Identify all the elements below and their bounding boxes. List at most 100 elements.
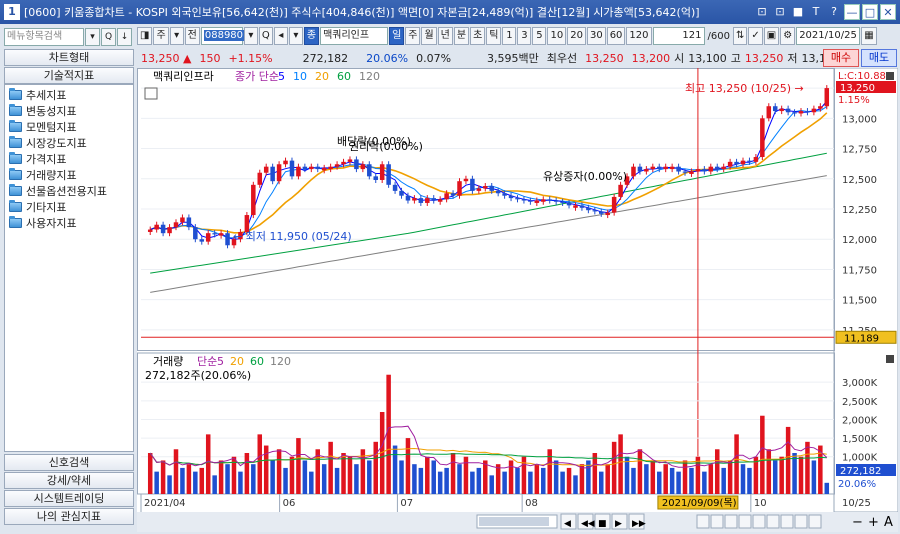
menu-search-input[interactable]: 메뉴항목검색 bbox=[4, 28, 84, 46]
nav-icon: ■ bbox=[598, 519, 607, 529]
zoom-button[interactable]: + bbox=[868, 515, 879, 530]
candle bbox=[515, 198, 520, 200]
tab-my-indicators[interactable]: 나의 관심지표 bbox=[4, 508, 134, 525]
tool-button[interactable] bbox=[738, 514, 752, 529]
tool-button[interactable] bbox=[752, 514, 766, 529]
sell-button[interactable]: 매도 bbox=[861, 49, 897, 67]
tree-item[interactable]: 거래량지표 bbox=[5, 167, 133, 183]
tool-button[interactable] bbox=[766, 514, 780, 529]
chart-area[interactable]: 11,25011,50011,75012,00012,25012,50012,7… bbox=[137, 68, 898, 512]
interval-1[interactable]: 1 bbox=[502, 27, 517, 45]
tab-system-trading[interactable]: 시스템트레이딩 bbox=[4, 490, 134, 507]
volume-bar bbox=[154, 471, 159, 494]
interval-10[interactable]: 10 bbox=[547, 27, 567, 45]
gear-icon[interactable]: ⚙ bbox=[780, 27, 796, 45]
period-week[interactable]: 주 bbox=[405, 27, 421, 45]
period-day[interactable]: 일 bbox=[389, 27, 405, 45]
ma-legend-item: 120 bbox=[359, 70, 380, 83]
candle bbox=[689, 171, 694, 174]
stock-code-input[interactable]: 088980 bbox=[200, 27, 245, 45]
period-minute[interactable]: 분 bbox=[453, 27, 470, 45]
candle-count: 121 bbox=[682, 30, 702, 41]
volume-bar bbox=[289, 456, 295, 494]
tool-button[interactable] bbox=[780, 514, 794, 529]
text-icon[interactable]: T bbox=[808, 4, 824, 20]
interval-3[interactable]: 3 bbox=[517, 27, 532, 45]
candle bbox=[495, 190, 501, 194]
ma-legend-item: 종가 단순 bbox=[235, 70, 279, 83]
market-dropdown-icon[interactable]: ▾ bbox=[169, 27, 184, 45]
period-year[interactable]: 년 bbox=[437, 27, 453, 45]
help-icon[interactable]: ? bbox=[826, 4, 842, 20]
market-select[interactable]: 주 bbox=[153, 27, 169, 45]
tree-item[interactable]: 변동성지표 bbox=[5, 103, 133, 119]
check-icon[interactable]: ✓ bbox=[748, 27, 763, 45]
tool-button[interactable] bbox=[724, 514, 738, 529]
volume-bar bbox=[193, 471, 198, 494]
save-icon[interactable]: ■ bbox=[790, 4, 806, 20]
tool-button[interactable] bbox=[696, 514, 710, 529]
interval-120[interactable]: 120 bbox=[626, 27, 652, 45]
tree-item[interactable]: 모멘텀지표 bbox=[5, 119, 133, 135]
y-tick-label: 11,750 bbox=[842, 265, 877, 276]
window-titlebar: 1 [0600] 키움종합차트 - KOSPI 외국인보유[56,642(천)]… bbox=[0, 0, 900, 24]
all-button[interactable]: 전 bbox=[184, 27, 200, 45]
code-search-icon[interactable]: Q bbox=[258, 27, 273, 45]
tool-button[interactable] bbox=[794, 514, 808, 529]
close-button[interactable]: ✕ bbox=[880, 4, 896, 20]
search-icon[interactable]: Q bbox=[101, 28, 116, 46]
interval-60[interactable]: 60 bbox=[606, 27, 626, 45]
interval-5[interactable]: 5 bbox=[532, 27, 547, 45]
tool-button[interactable] bbox=[710, 514, 724, 529]
tool-button[interactable] bbox=[808, 514, 822, 529]
tree-item[interactable]: 사용자지표 bbox=[5, 215, 133, 231]
tree-item[interactable]: 시장강도지표 bbox=[5, 135, 133, 151]
volume-bar bbox=[560, 471, 565, 494]
date-input[interactable]: 2021/10/25 bbox=[796, 27, 861, 45]
layout-icon[interactable]: ◨ bbox=[137, 27, 153, 45]
duplicate-icon[interactable]: ⊡ bbox=[772, 4, 788, 20]
link-icon[interactable]: ⊡ bbox=[754, 4, 770, 20]
speaker-icon[interactable]: ◂ bbox=[273, 27, 288, 45]
down-icon[interactable]: ↓ bbox=[117, 28, 132, 46]
tree-item[interactable]: 선물옵션전용지표 bbox=[5, 183, 133, 199]
tree-item[interactable]: 추세지표 bbox=[5, 87, 133, 103]
candle bbox=[708, 166, 714, 172]
buy-button[interactable]: 매수 bbox=[823, 49, 859, 67]
price-change: 150 bbox=[199, 51, 221, 65]
period-tick[interactable]: 틱 bbox=[486, 27, 502, 45]
dropdown-icon[interactable]: ▾ bbox=[85, 28, 100, 46]
volume-bar bbox=[212, 475, 217, 494]
zoom-button[interactable]: − bbox=[852, 515, 863, 530]
volume-bar bbox=[541, 467, 546, 494]
tree-item[interactable]: 가격지표 bbox=[5, 151, 133, 167]
period-month[interactable]: 월 bbox=[421, 27, 437, 45]
code-dropdown-icon[interactable]: ▾ bbox=[243, 27, 258, 45]
folder-icon bbox=[9, 184, 22, 196]
save-chart-icon[interactable]: ▣ bbox=[763, 27, 780, 45]
volume-bar bbox=[721, 467, 726, 494]
candle-count-input[interactable]: 121 bbox=[652, 27, 705, 45]
tree-item[interactable]: 기타지표 bbox=[5, 199, 133, 215]
tab-technical-indicators[interactable]: 기술적지표 bbox=[4, 67, 134, 84]
tab-strength[interactable]: 강세/약세 bbox=[4, 472, 134, 489]
maximize-button[interactable]: □ bbox=[862, 4, 878, 20]
nav-icon: ▶ bbox=[615, 519, 622, 529]
interval-30[interactable]: 30 bbox=[586, 27, 606, 45]
tab-signal-search[interactable]: 신호검색 bbox=[4, 454, 134, 471]
tab-chart-type[interactable]: 차트형태 bbox=[4, 49, 134, 66]
minimize-button[interactable]: — bbox=[844, 4, 860, 20]
volume-bar bbox=[199, 467, 205, 494]
volume-tick-label: 2,500K bbox=[842, 397, 878, 408]
calendar-icon[interactable]: ▦ bbox=[861, 27, 877, 45]
volume-bar bbox=[457, 464, 462, 494]
interval-20[interactable]: 20 bbox=[567, 27, 586, 45]
link-stock-icon[interactable]: ▾ bbox=[288, 27, 303, 45]
scroll-thumb[interactable] bbox=[479, 517, 549, 526]
chart-toolbar: ◨ 주 ▾ 전 088980 ▾ Q ◂ ▾ 종 맥쿼리인프 일 주 월 년 분… bbox=[137, 26, 898, 46]
settings-tools-icon[interactable]: ⇅ bbox=[732, 27, 748, 45]
zoom-button[interactable]: A bbox=[884, 515, 893, 530]
period-second[interactable]: 초 bbox=[470, 27, 486, 45]
volume-bar bbox=[508, 460, 514, 494]
price-pane-title: 맥쿼리인프라 bbox=[153, 70, 214, 83]
